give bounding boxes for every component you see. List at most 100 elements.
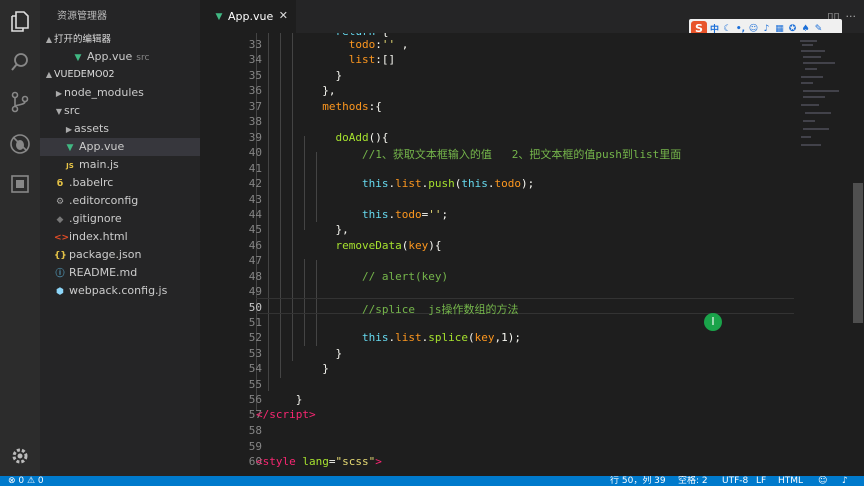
tree-item-gitignore[interactable]: ◆ .gitignore <box>40 210 200 228</box>
explorer-icon[interactable] <box>8 10 32 34</box>
settings-gear-icon[interactable] <box>8 444 32 468</box>
line-number: 48 <box>248 270 262 283</box>
keyboard-icon[interactable]: ▦ <box>774 24 785 34</box>
info-file-icon: ⓘ <box>55 269 65 279</box>
code-line: } <box>256 393 303 406</box>
line-number: 47 <box>248 254 262 267</box>
code-line: doAdd(){ <box>335 131 389 144</box>
sidebar-title: 资源管理器 <box>57 11 107 22</box>
line-number: 33 <box>248 38 262 51</box>
tab-title: App.vue <box>228 10 274 23</box>
code-line: //1、获取文本框输入的值 2、把文本框的值push到list里面 <box>256 146 681 162</box>
feedback-smiley-icon[interactable]: ☺ <box>818 476 827 486</box>
tree-item-node-modules[interactable]: ▶ node_modules <box>40 84 200 102</box>
project-header[interactable]: ▲ VUEDEMO02 <box>40 66 200 84</box>
open-editors-label: 打开的编辑器 <box>54 34 112 45</box>
vertical-scrollbar[interactable] <box>850 33 864 476</box>
minimap[interactable] <box>795 33 850 476</box>
open-editor-path: src <box>136 53 150 63</box>
tree-label: .editorconfig <box>69 194 139 207</box>
line-number: 42 <box>248 177 262 190</box>
extensions-icon[interactable] <box>8 172 32 196</box>
tree-label: webpack.config.js <box>69 284 168 297</box>
tree-item-editorconfig[interactable]: ⚙ .editorconfig <box>40 192 200 210</box>
code-line: </script> <box>256 408 316 421</box>
chevron-right-icon: ▶ <box>65 125 73 134</box>
code-comment: // alert(key) <box>361 270 449 283</box>
skin-icon[interactable]: ✪ <box>787 24 798 34</box>
code-line: }, <box>256 223 349 236</box>
code-line: this.todo=''; <box>361 208 449 221</box>
line-number: 34 <box>248 53 262 66</box>
code-line: // alert(key) <box>256 270 448 283</box>
code-comment: //splice js操作数组的方法 <box>361 303 519 316</box>
open-editors-header[interactable]: ▲ 打开的编辑器 <box>40 31 200 49</box>
tree-label: main.js <box>79 158 119 171</box>
scrollbar-thumb[interactable] <box>853 183 863 323</box>
problems-indicator[interactable]: ⊗ 0 ⚠ 0 <box>8 476 44 486</box>
tree-item-index-html[interactable]: <>index.html <box>40 228 200 246</box>
open-editor-name: App.vue <box>87 50 133 63</box>
end-of-line[interactable]: LF <box>756 476 766 486</box>
line-number: 57 <box>248 408 262 421</box>
line-number: 37 <box>248 100 262 113</box>
line-number: 36 <box>248 84 262 97</box>
code-line: //splice js操作数组的方法 <box>256 301 518 317</box>
tools-icon[interactable]: ✎ <box>813 24 824 34</box>
notification-bell-icon[interactable]: ♪ <box>842 476 848 486</box>
more-actions-icon[interactable]: ··· <box>846 10 857 23</box>
code-line: methods:{ <box>322 100 382 113</box>
moon-icon[interactable]: ☾ <box>722 24 733 34</box>
line-number: 43 <box>248 193 262 206</box>
close-icon[interactable]: ✕ <box>279 9 288 22</box>
shirt-icon[interactable]: ♠ <box>800 24 811 34</box>
indentation[interactable]: 空格: 2 <box>678 476 708 486</box>
explorer-sidebar: 资源管理器 ▲ 打开的编辑器 ▼ App.vue src ▲ VUEDEMO02 ▶ no… <box>40 0 200 476</box>
punctuation-icon[interactable]: •, <box>735 24 746 34</box>
project-label: VUEDEMO02 <box>54 69 115 80</box>
code-line: this.list.splice(key,1); <box>361 331 521 344</box>
code-line: this.list.push(this.todo); <box>361 177 535 190</box>
code-line: }, <box>256 84 336 97</box>
chevron-right-icon: ▶ <box>55 89 63 98</box>
tree-item-src[interactable]: ▼ src <box>40 102 200 120</box>
activity-bar <box>0 0 40 476</box>
tab-app-vue[interactable]: ▼ App.vue ✕ <box>200 0 296 33</box>
json-file-icon: {} <box>54 251 67 261</box>
line-number: 44 <box>248 208 262 221</box>
status-bar: ⊗ 0 ⚠ 0 行 50，列 39 空格: 2 UTF-8 LF HTML ☺ … <box>0 476 864 486</box>
git-file-icon: ◆ <box>56 215 64 225</box>
line-number: 59 <box>248 440 262 453</box>
webpack-file-icon: ⬢ <box>56 287 64 297</box>
tree-item-package-json[interactable]: {} package.json <box>40 246 200 264</box>
tree-label: .gitignore <box>69 212 122 225</box>
tree-item-babelrc[interactable]: б .babelrc <box>40 174 200 192</box>
tree-label: assets <box>74 122 110 135</box>
tree-item-main-js[interactable]: JS main.js <box>40 156 200 174</box>
microphone-icon[interactable]: ♪ <box>761 24 772 34</box>
line-number: 45 <box>248 223 262 236</box>
line-number: 56 <box>248 393 262 406</box>
code-editor[interactable]: 33 34 35 36 37 38 39 40 41 42 43 44 45 46 47 48 49 50 51 52… <box>200 33 864 476</box>
tree-item-app-vue[interactable]: ▼ App.vue <box>40 138 200 156</box>
language-mode[interactable]: HTML <box>778 476 803 486</box>
debug-icon[interactable] <box>8 132 32 156</box>
tree-label: src <box>64 104 81 117</box>
line-number: 41 <box>248 162 262 175</box>
source-control-icon[interactable] <box>8 90 32 114</box>
vue-file-icon: ▼ <box>215 11 223 22</box>
vue-file-icon: ▼ <box>66 143 74 153</box>
encoding[interactable]: UTF-8 <box>722 476 748 486</box>
tree-item-assets[interactable]: ▶ assets <box>40 120 200 138</box>
js-file-icon: JS <box>66 162 74 170</box>
line-number: 38 <box>248 115 262 128</box>
open-editor-app-vue[interactable]: ▼ App.vue src <box>40 48 200 66</box>
tree-item-readme[interactable]: ⓘ README.md <box>40 264 200 282</box>
chevron-down-icon: ▼ <box>55 107 63 116</box>
tree-item-webpack-config[interactable]: ⬢ webpack.config.js <box>40 282 200 300</box>
tree-label: package.json <box>69 248 142 261</box>
emoji-icon[interactable]: ☺ <box>748 24 759 34</box>
cursor-position[interactable]: 行 50，列 39 <box>610 476 666 486</box>
search-icon[interactable] <box>8 50 32 74</box>
line-number: 50 <box>248 301 262 314</box>
